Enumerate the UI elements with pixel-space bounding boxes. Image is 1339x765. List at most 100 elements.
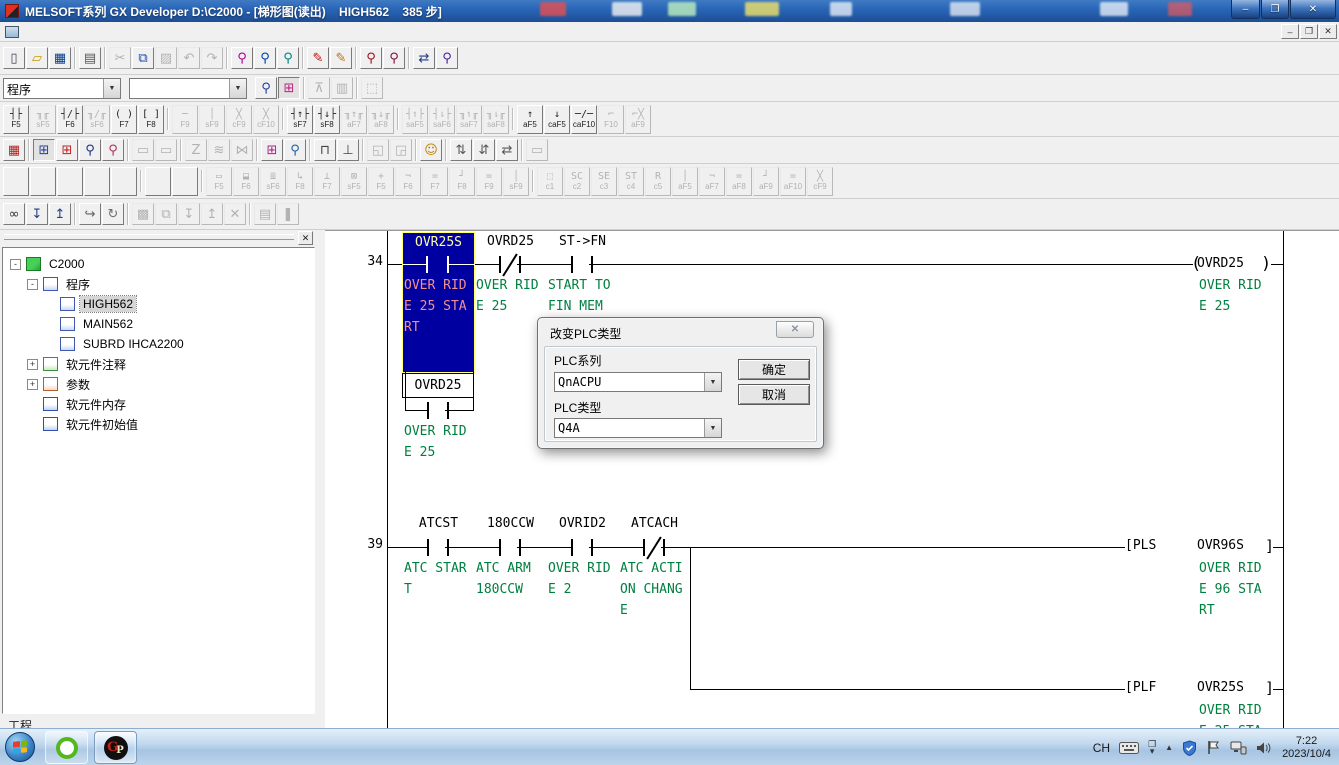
- parallel-falling-button[interactable]: ╖↓╓ aF8: [368, 105, 394, 134]
- merge-button[interactable]: ⋈: [231, 139, 253, 161]
- change-module-button[interactable]: ↻: [102, 203, 124, 225]
- find-next-button[interactable]: ↧: [26, 203, 48, 225]
- vline-up-button[interactable]: ↑ aF5: [517, 105, 543, 134]
- open-project-button[interactable]: ▱: [26, 47, 48, 69]
- vline-down-button[interactable]: ↓ caF5: [544, 105, 570, 134]
- show-hidden-icons-icon[interactable]: ▲: [1165, 743, 1173, 752]
- jump-button[interactable]: ↪: [79, 203, 101, 225]
- closed-contact-button[interactable]: ┤/├ F6: [57, 105, 83, 134]
- online-write-top-button[interactable]: ⊓: [314, 139, 336, 161]
- tree-node-program[interactable]: - 程序: [3, 274, 314, 294]
- plc-type-combo[interactable]: Q4A ▼: [554, 418, 722, 438]
- panel-close-icon[interactable]: ✕: [298, 231, 313, 245]
- trace-down-button[interactable]: ↧: [178, 203, 200, 225]
- network-icon[interactable]: [1230, 741, 1247, 755]
- batch-edit-button[interactable]: ▥: [331, 77, 353, 99]
- volume-icon[interactable]: [1256, 741, 1271, 755]
- keyboard-icon[interactable]: [1119, 742, 1139, 754]
- hline-draw-button[interactable]: ⌐ F10: [598, 105, 624, 134]
- tree-node-parameter[interactable]: + 参数: [3, 374, 314, 394]
- chevron-down-icon[interactable]: ▼: [103, 79, 120, 98]
- online-write-bottom-button[interactable]: ⊥: [337, 139, 359, 161]
- window-new-button[interactable]: ◲: [390, 139, 412, 161]
- pan-button[interactable]: ❚: [277, 203, 299, 225]
- branch-contact-label[interactable]: OVRD25: [402, 373, 474, 398]
- instruction-device[interactable]: OVR96S: [1197, 538, 1259, 553]
- tree-node-subrd[interactable]: SUBRD IHCA2200: [3, 334, 314, 354]
- sfc-block-step-button[interactable]: ≣ sF6: [260, 167, 286, 196]
- ladder-view-button[interactable]: ⊞: [33, 139, 55, 161]
- macro-button[interactable]: ⬚: [361, 77, 383, 99]
- save-display-button[interactable]: ▤: [254, 203, 276, 225]
- tree-expander[interactable]: +: [27, 379, 38, 390]
- sort-button[interactable]: ⊼: [308, 77, 330, 99]
- help-assistant-button[interactable]: ☺: [420, 139, 442, 161]
- tree-node-device-memory[interactable]: 软元件内存: [3, 394, 314, 414]
- taskbar-gx-developer-button[interactable]: GP: [94, 731, 137, 764]
- mdi-restore-button[interactable]: ❐: [1300, 24, 1318, 39]
- rising-pulse-button[interactable]: ┤↑├ sF7: [287, 105, 313, 134]
- taskbar-browser-button[interactable]: [45, 731, 88, 764]
- sfc-dummy-step-button[interactable]: ⬓ F6: [233, 167, 259, 196]
- falling-pulse-button[interactable]: ┤↓├ sF8: [314, 105, 340, 134]
- parallel-open-contact-button[interactable]: ╖╓ sF5: [30, 105, 56, 134]
- new-project-button[interactable]: ▯: [3, 47, 25, 69]
- ladder-tree-button[interactable]: ⊞: [278, 77, 300, 99]
- find-button[interactable]: ⚲: [231, 47, 253, 69]
- contact-label[interactable]: ST->FN: [547, 234, 618, 249]
- sfc-selection-button[interactable]: ¬ F6: [395, 167, 421, 196]
- tree-node-c2000[interactable]: - C2000: [3, 254, 314, 274]
- dialog-close-icon[interactable]: ✕: [776, 321, 814, 338]
- trace-delete-button[interactable]: ✕: [224, 203, 246, 225]
- trace-up-button[interactable]: ↥: [201, 203, 223, 225]
- line-delete-button[interactable]: ⌐╳ aF9: [625, 105, 651, 134]
- sfc-block-button[interactable]: ⊠ sF5: [341, 167, 367, 196]
- contact-nc[interactable]: [499, 256, 501, 273]
- delete-vline-button[interactable]: ╳ cF10: [253, 105, 279, 134]
- data-name-combo[interactable]: ▼: [129, 78, 247, 99]
- tree-expander[interactable]: -: [27, 279, 38, 290]
- split-view-button[interactable]: [111, 167, 137, 196]
- find-contact-button[interactable]: ⚲: [79, 139, 101, 161]
- chevron-down-icon[interactable]: ▼: [704, 373, 721, 391]
- redo-button[interactable]: ↷: [201, 47, 223, 69]
- contact-no[interactable]: [427, 539, 429, 556]
- insert-column-button[interactable]: ⇄: [496, 139, 518, 161]
- block-download-button[interactable]: [172, 167, 198, 196]
- undo-button[interactable]: ↶: [178, 47, 200, 69]
- sfc-end-step-button[interactable]: ⊥ F7: [314, 167, 340, 196]
- sfc-corner2-button[interactable]: ┘ aF9: [753, 167, 779, 196]
- contact-nc[interactable]: [643, 539, 645, 556]
- cancel-button[interactable]: 取消: [738, 384, 810, 405]
- tree-node-device-init[interactable]: 软元件初始值: [3, 414, 314, 434]
- device-batch-button[interactable]: ⊞: [261, 139, 283, 161]
- sfc-delete-line-button[interactable]: ╳ cF9: [807, 167, 833, 196]
- sfc-vline-button[interactable]: │ sF9: [503, 167, 529, 196]
- sfc-step-button[interactable]: ▭ F5: [206, 167, 232, 196]
- tree-node-high562[interactable]: HIGH562: [3, 294, 314, 314]
- minimize-button[interactable]: –: [1231, 0, 1260, 19]
- sfc-merge-button[interactable]: = F9: [476, 167, 502, 196]
- write-mode-button[interactable]: ✎: [307, 47, 329, 69]
- decode-button[interactable]: ≋: [208, 139, 230, 161]
- tree-expander[interactable]: +: [27, 359, 38, 370]
- monitor-zoom-button[interactable]: ⚲: [360, 47, 382, 69]
- sampling-trace-button[interactable]: Z: [185, 139, 207, 161]
- maximize-button[interactable]: ❐: [1261, 0, 1289, 19]
- instruction-device[interactable]: OVR25S: [1197, 680, 1259, 695]
- open-contact-button[interactable]: ┤├ F5: [3, 105, 29, 134]
- coil-label[interactable]: OVRD25: [1197, 256, 1259, 271]
- data-kind-combo[interactable]: 程序 ▼: [3, 78, 121, 99]
- coil-button[interactable]: ( ) F7: [111, 105, 137, 134]
- sfc-comment-button[interactable]: ⬚ c1: [537, 167, 563, 196]
- close-button[interactable]: ✕: [1290, 0, 1336, 19]
- block-list-button[interactable]: [145, 167, 171, 196]
- sfc-selection2-button[interactable]: ¬ aF7: [699, 167, 725, 196]
- sfc-parallel2-button[interactable]: = aF8: [726, 167, 752, 196]
- parallel-falling-neg-button[interactable]: ╖⇂╓ saF8: [483, 105, 509, 134]
- contact-label[interactable]: OVRID2: [547, 516, 618, 531]
- parallel-rising-neg-button[interactable]: ╖↿╓ saF7: [456, 105, 482, 134]
- trace-copy-button[interactable]: ⧉: [155, 203, 177, 225]
- cut-button[interactable]: ✂: [109, 47, 131, 69]
- ladder-edit-button[interactable]: ⊞: [56, 139, 78, 161]
